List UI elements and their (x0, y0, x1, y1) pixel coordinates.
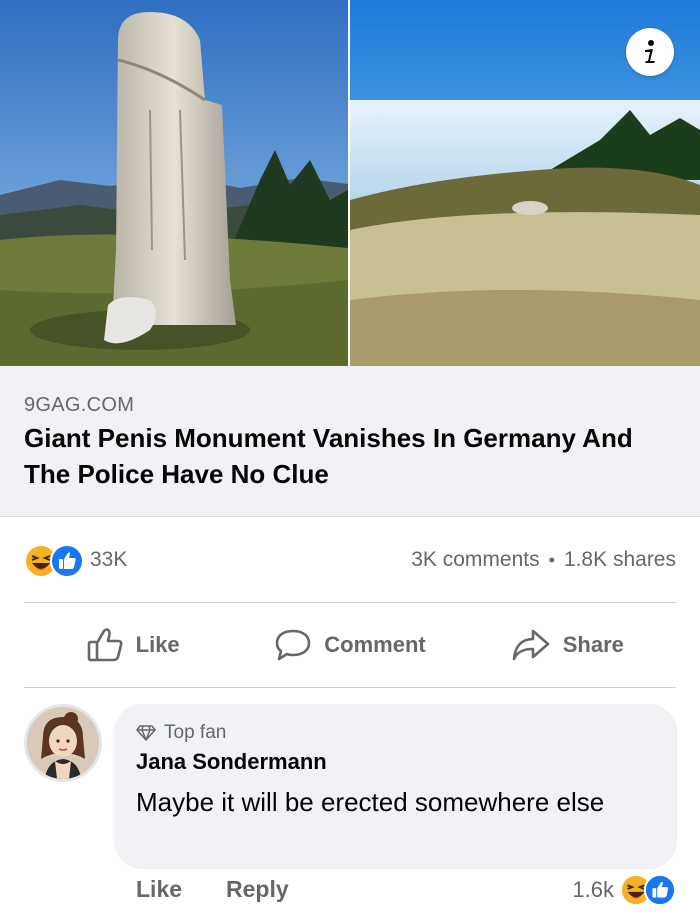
comment-count[interactable]: 3K comments (411, 548, 539, 572)
reaction-count: 33K (90, 548, 128, 571)
divider (24, 687, 676, 688)
comment-text: Maybe it will be erected somewhere else (136, 787, 605, 817)
share-count[interactable]: 1.8K shares (564, 548, 676, 572)
comment-author[interactable]: Jana Sondermann (136, 749, 327, 775)
like-icon (644, 874, 676, 906)
comment-like-button[interactable]: Like (136, 876, 182, 903)
thumbs-up-icon (87, 628, 123, 662)
like-label: Like (135, 632, 180, 657)
comments-shares: 3K comments • 1.8K shares (411, 540, 676, 580)
comment-reactions[interactable]: 1.6k (572, 872, 678, 908)
top-fan-badge: Top fan (136, 722, 226, 744)
link-domain: 9GAG.COM (24, 394, 135, 416)
comment-reaction-icons (620, 872, 678, 908)
reaction-summary[interactable]: 33K (24, 540, 127, 580)
top-fan-label: Top fan (164, 722, 227, 743)
share-label: Share (562, 632, 624, 657)
link-preview[interactable]: 9GAG.COM Giant Penis Monument Vanishes I… (0, 366, 700, 517)
share-button[interactable]: Share (459, 603, 676, 687)
post-action-bar: Like Comment Share (24, 603, 676, 687)
link-headline[interactable]: Giant Penis Monument Vanishes In Germany… (24, 420, 674, 492)
stats-separator: • (548, 549, 555, 570)
post-stats: 33K 3K comments • 1.8K shares (24, 540, 676, 580)
comment-icon (275, 629, 311, 661)
wooden-monument-photo[interactable] (0, 0, 348, 366)
post-images[interactable] (0, 0, 700, 366)
share-icon (512, 629, 550, 661)
avatar[interactable] (24, 704, 102, 782)
comment-reply-button[interactable]: Reply (226, 876, 289, 903)
reaction-icons (24, 542, 88, 578)
comment-label: Comment (324, 632, 426, 657)
diamond-icon (136, 725, 156, 741)
comment-button[interactable]: Comment (241, 603, 458, 687)
like-button[interactable]: Like (24, 603, 241, 687)
like-icon (50, 544, 84, 578)
comment-actions: Like Reply (136, 876, 289, 903)
info-button[interactable] (626, 28, 674, 76)
info-icon (645, 40, 655, 63)
comment-bubble[interactable]: Top fan Jana Sondermann Maybe it will be… (114, 704, 677, 869)
empty-hilltop-photo[interactable] (350, 0, 700, 366)
comment-reaction-count: 1.6k (572, 877, 614, 902)
